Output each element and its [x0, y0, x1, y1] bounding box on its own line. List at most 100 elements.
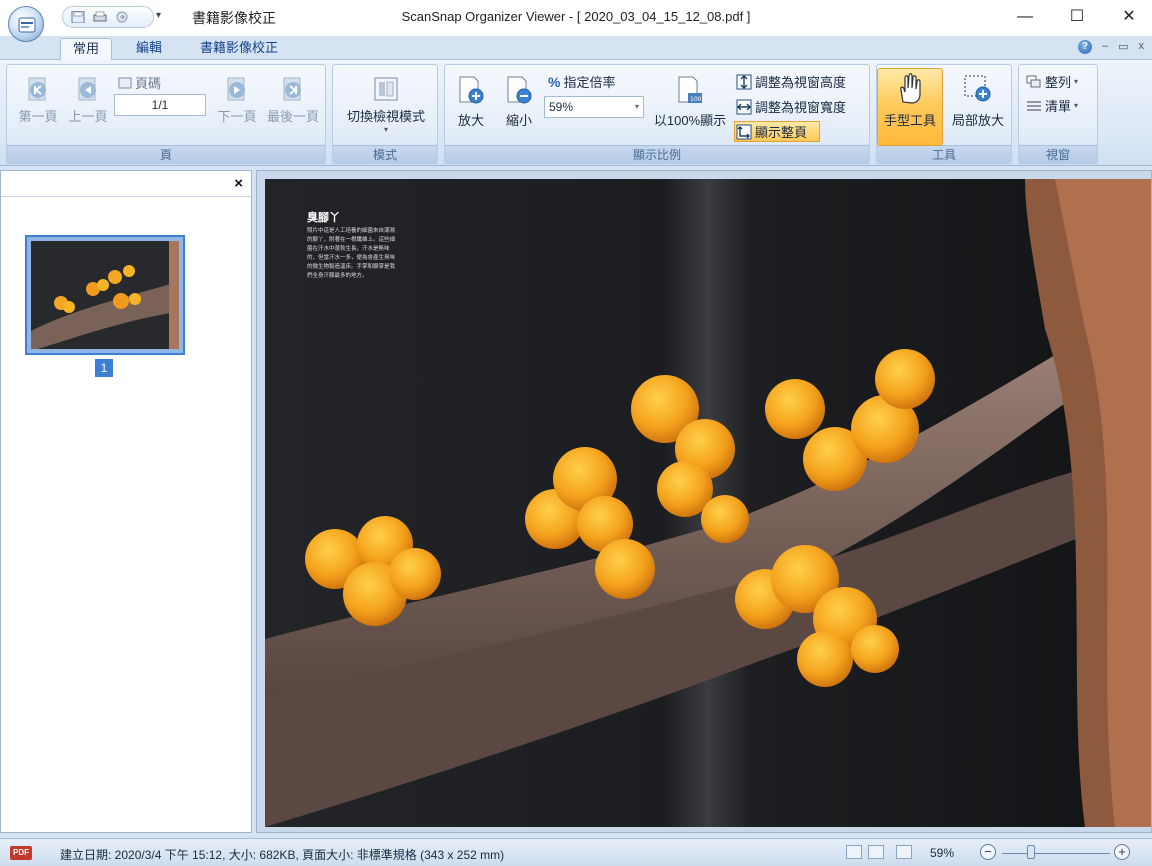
last-page-button[interactable]: 最後一頁 — [262, 74, 324, 125]
last-page-label: 最後一頁 — [266, 109, 319, 124]
zoom-percent-value: 59% — [549, 100, 574, 114]
last-page-icon — [283, 77, 301, 101]
maximize-button[interactable]: ☐ — [1062, 4, 1092, 30]
prev-page-label: 上一頁 — [68, 109, 108, 124]
pdf-file-icon: PDF — [10, 846, 32, 860]
ribbon-window-controls: ? – ▭ x — [1077, 40, 1145, 54]
quick-access-toolbar — [62, 6, 154, 28]
page-heading: 臭腳丫 — [307, 211, 340, 224]
zoom-group-label: 顯示比例 — [445, 145, 869, 163]
thumbnail-panel-header: × — [1, 171, 251, 197]
zoom-dropdown-icon[interactable]: ▾ — [635, 97, 639, 117]
fit-height-button[interactable]: 調整為視窗高度 — [736, 72, 846, 91]
status-zoom-value: 59% — [930, 846, 955, 860]
ribbon-close-button[interactable]: x — [1139, 40, 1145, 54]
document-viewer[interactable]: 臭腳丫 照片中這是人工培養的細菌來自潮濕的腳丫，附著在一根纖維上。這些細菌在汗水… — [256, 170, 1152, 833]
list-label: 清單 — [1045, 99, 1072, 114]
view-mode-icon — [374, 77, 398, 101]
thumbnail-image — [31, 241, 179, 349]
hand-tool-button[interactable]: 手型工具 — [878, 72, 942, 129]
percent-icon: % — [548, 73, 561, 90]
zoom-in-icon — [459, 76, 484, 104]
fit-width-label: 調整為視窗寬度 — [755, 100, 847, 115]
arrange-icon — [1026, 75, 1041, 87]
zoom-out-button[interactable]: 縮小 — [498, 74, 540, 129]
thumbnail-page-number: 1 — [95, 359, 113, 377]
arrange-dropdown-icon: ▾ — [1074, 77, 1079, 86]
list-icon — [1027, 100, 1041, 111]
single-page-view-button[interactable] — [846, 845, 862, 859]
zoom-out-icon — [507, 76, 532, 104]
page-image: 臭腳丫 照片中這是人工培養的細菌來自潮濕的腳丫，附著在一根纖維上。這些細菌在汗水… — [265, 179, 1151, 827]
ribbon-minimize-button[interactable]: – — [1102, 40, 1108, 54]
fit-height-label: 調整為視窗高度 — [755, 75, 847, 90]
mode-group-label: 模式 — [333, 145, 437, 163]
save-icon[interactable] — [71, 11, 85, 23]
qat-customize-icon[interactable]: ▾ — [156, 10, 161, 21]
tab-book-correction[interactable]: 書籍影像校正 — [188, 38, 290, 60]
fit-page-button[interactable]: 顯示整頁 — [736, 122, 807, 141]
scan-icon[interactable] — [115, 11, 129, 23]
status-zoom-out-button[interactable]: − — [980, 844, 996, 860]
next-page-button[interactable]: 下一頁 — [212, 74, 262, 125]
page-number-label: 頁碼 — [118, 73, 161, 92]
first-page-label: 第一頁 — [18, 109, 58, 124]
fit-page-icon — [736, 124, 752, 139]
prev-page-button[interactable]: 上一頁 — [64, 74, 112, 125]
close-panel-button[interactable]: × — [234, 175, 243, 192]
zoom-slider-thumb[interactable] — [1027, 845, 1036, 859]
page-thumbnail[interactable] — [25, 235, 185, 355]
tab-edit[interactable]: 編輯 — [124, 38, 174, 60]
next-page-icon — [227, 77, 245, 101]
arrange-button[interactable]: 整列 ▾ — [1026, 72, 1078, 91]
next-page-label: 下一頁 — [217, 109, 257, 124]
zoom-slider-track[interactable] — [1002, 853, 1110, 854]
hand-tool-label: 手型工具 — [883, 113, 936, 128]
zoom-in-button[interactable]: 放大 — [450, 74, 492, 129]
document-title: 書籍影像校正 — [192, 10, 276, 26]
thumbnail-grid-view-button[interactable] — [896, 845, 912, 859]
zoom-out-label: 縮小 — [505, 113, 532, 128]
loupe-icon — [964, 75, 991, 102]
page-group-label: 頁 — [7, 145, 325, 163]
page-number-text: 頁碼 — [135, 76, 162, 91]
continuous-view-button[interactable] — [868, 845, 884, 859]
specify-zoom-label: % 指定倍率 — [548, 72, 615, 91]
list-button[interactable]: 清單 ▾ — [1026, 96, 1078, 115]
page-number-icon — [118, 77, 132, 88]
fit-page-label: 顯示整頁 — [755, 125, 808, 140]
app-logo-icon — [18, 17, 36, 33]
loupe-label: 局部放大 — [951, 113, 1004, 128]
svg-text:100: 100 — [690, 96, 702, 103]
thumbnail-picture — [31, 241, 179, 349]
hand-icon — [900, 73, 921, 104]
zoom-in-label: 放大 — [457, 113, 484, 128]
page-photograph — [265, 179, 1151, 827]
app-menu-button[interactable] — [8, 6, 44, 42]
dropdown-arrow-icon: ▾ — [383, 125, 388, 134]
loupe-button[interactable]: 局部放大 — [946, 72, 1010, 129]
actual-size-label: 以100%顯示 — [653, 113, 727, 128]
thumbnail-panel: × 1 — [0, 170, 252, 833]
switch-view-mode-button[interactable]: 切換檢視模式 ▾ — [338, 74, 434, 134]
document-info: 建立日期: 2020/3/4 下午 15:12, 大小: 682KB, 頁面大小… — [60, 848, 505, 862]
help-icon[interactable]: ? — [1077, 40, 1092, 54]
print-icon[interactable] — [93, 11, 107, 23]
zoom-percent-field[interactable]: 59% ▾ — [544, 96, 644, 118]
status-zoom-in-button[interactable]: + — [1114, 844, 1130, 860]
fit-width-button[interactable]: 調整為視窗寬度 — [736, 97, 846, 116]
tools-group-label: 工具 — [877, 145, 1011, 163]
close-button[interactable]: ✕ — [1114, 4, 1144, 30]
prev-page-icon — [78, 77, 96, 101]
window-title: ScanSnap Organizer Viewer - [ 2020_03_04… — [401, 9, 751, 24]
actual-size-button[interactable]: 100 以100%顯示 — [652, 74, 728, 129]
minimize-button[interactable]: — — [1010, 4, 1040, 30]
list-dropdown-icon: ▾ — [1074, 101, 1079, 110]
arrange-label: 整列 — [1045, 75, 1072, 90]
tab-home[interactable]: 常用 — [60, 38, 113, 60]
window-group-label: 視窗 — [1019, 145, 1097, 163]
ribbon-tab-row: 常用 編輯 書籍影像校正 — [0, 36, 1152, 60]
ribbon-restore-button[interactable]: ▭ — [1118, 40, 1128, 54]
first-page-button[interactable]: 第一頁 — [14, 74, 62, 125]
page-number-field[interactable]: 1/1 — [114, 94, 206, 116]
